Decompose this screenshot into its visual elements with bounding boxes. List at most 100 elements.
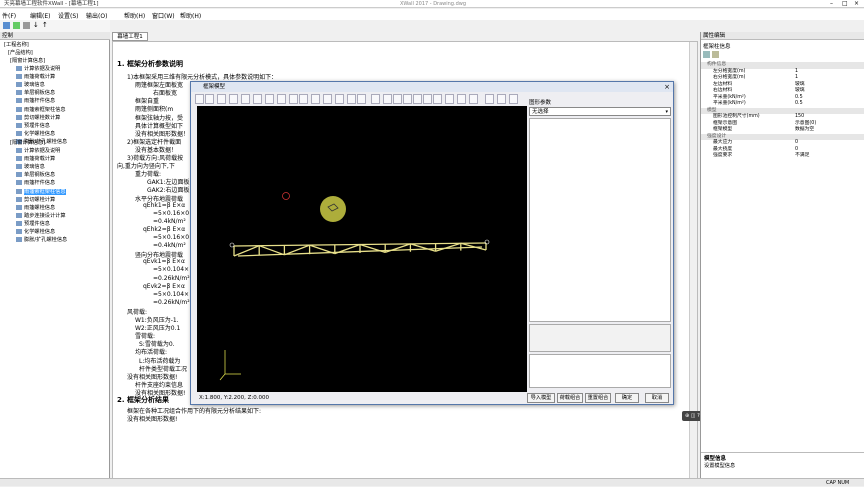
zoom-extents-icon[interactable] bbox=[253, 94, 262, 104]
tab-document[interactable]: 幕墙工程1 bbox=[112, 32, 148, 41]
document-icon bbox=[16, 164, 22, 170]
params-list[interactable] bbox=[529, 118, 671, 322]
refresh-icon[interactable] bbox=[13, 22, 20, 29]
measure-icon[interactable] bbox=[347, 94, 356, 104]
tree-group-2[interactable]: [隔窗计算信息] bbox=[10, 140, 45, 147]
layer-icon[interactable] bbox=[457, 94, 466, 104]
model-canvas[interactable] bbox=[197, 106, 527, 392]
project-tree-panel: 控制 [工程名称] [产品结构] [隔窗计算信息] 计算依据及说明 雨篷荷载计算玻… bbox=[0, 32, 110, 486]
tree-item[interactable]: 踏步连接设计计算 bbox=[16, 212, 66, 220]
select-icon[interactable] bbox=[195, 94, 204, 104]
truss-member bbox=[258, 245, 285, 256]
save-icon[interactable] bbox=[3, 22, 10, 29]
zoom-out-icon[interactable] bbox=[229, 94, 238, 104]
snap-icon[interactable] bbox=[383, 94, 392, 104]
graphic-params-select[interactable]: 无选择 ▾ bbox=[529, 107, 671, 116]
cancel-button[interactable]: 取消 bbox=[645, 393, 669, 403]
tree-item[interactable]: 剪切螺栓数计算 bbox=[16, 114, 60, 122]
tree-item[interactable]: 雨篷螺栓信息 bbox=[16, 204, 55, 212]
document-icon bbox=[16, 106, 22, 112]
load-combo-button[interactable]: 荷载组合 bbox=[557, 393, 583, 403]
pan-icon[interactable] bbox=[205, 94, 214, 104]
reset-combo-button[interactable]: 重置组合 bbox=[585, 393, 611, 403]
tree-item[interactable]: 雨篷杆件信息 bbox=[16, 180, 55, 187]
tree-item[interactable]: 计算依据及说明 bbox=[16, 66, 60, 73]
tree-item[interactable]: 雨篷荷载计算 bbox=[16, 156, 55, 163]
mirror-icon[interactable] bbox=[311, 94, 320, 104]
minimize-icon[interactable]: – bbox=[830, 0, 833, 8]
tree-item[interactable]: 化学螺栓信息 bbox=[16, 130, 55, 138]
tree-item[interactable]: 玻璃信息 bbox=[16, 82, 45, 89]
category-icon[interactable] bbox=[712, 51, 719, 58]
tree-item[interactable]: 单层钢板信息 bbox=[16, 172, 55, 179]
tree-item-label: 玻璃信息 bbox=[24, 164, 45, 171]
rotate-icon[interactable] bbox=[323, 94, 332, 104]
grid-icon[interactable] bbox=[371, 94, 380, 104]
tree-item[interactable]: 预埋件信息 bbox=[16, 220, 50, 228]
tree-panel-header: 控制 bbox=[0, 32, 110, 40]
sort-icon[interactable] bbox=[703, 51, 710, 58]
property-row[interactable]: 强度要求 不满足 bbox=[701, 153, 864, 160]
tree-item[interactable]: 玻璃信息 bbox=[16, 164, 45, 171]
tree-item[interactable]: 预埋件信息 bbox=[16, 122, 50, 130]
params-notes[interactable] bbox=[529, 354, 671, 388]
pointer-highlight-icon bbox=[320, 196, 346, 222]
menu-help-2[interactable]: 帮助(H) bbox=[180, 11, 201, 20]
tree-item[interactable]: 雨篷杆件信息 bbox=[16, 98, 55, 105]
line-icon[interactable] bbox=[277, 94, 286, 104]
view-icon[interactable] bbox=[433, 94, 442, 104]
rect-icon[interactable] bbox=[289, 94, 298, 104]
menu-window[interactable]: 窗口(W) bbox=[152, 11, 175, 20]
tree-product[interactable]: [产品结构] bbox=[8, 50, 33, 57]
tree-item[interactable]: 剪切螺栓计算 bbox=[16, 196, 55, 204]
section-icon[interactable] bbox=[393, 94, 402, 104]
move-down-icon[interactable]: ↓ bbox=[33, 21, 39, 29]
copy-icon[interactable] bbox=[299, 94, 308, 104]
zoom-icon[interactable]: ⊕ ◫ ? bbox=[685, 413, 700, 419]
menu-file[interactable]: 件(F) bbox=[2, 11, 16, 20]
cursor-marker-icon bbox=[282, 192, 290, 200]
tree-item[interactable]: 单层钢板信息 bbox=[16, 90, 55, 97]
import-model-button[interactable]: 导入模型 bbox=[527, 393, 555, 403]
axis-icon[interactable] bbox=[423, 94, 432, 104]
release-icon[interactable] bbox=[413, 94, 422, 104]
support-icon[interactable] bbox=[403, 94, 412, 104]
render-icon[interactable] bbox=[445, 94, 454, 104]
tree-item[interactable]: 雨篷索框架柱信息 bbox=[16, 188, 66, 196]
tree-item[interactable]: 化学螺栓信息 bbox=[16, 229, 55, 236]
tree-item-label: 雨篷索框架柱信息 bbox=[24, 188, 66, 195]
tree-item[interactable]: 膨胀/扩孔螺栓信息 bbox=[16, 237, 67, 244]
tree-group-1[interactable]: [隔窗计算信息] bbox=[10, 58, 45, 65]
display-icon[interactable] bbox=[469, 94, 478, 104]
close-icon[interactable]: × bbox=[854, 0, 859, 8]
tree-item-label: 雨篷索框架柱信息 bbox=[24, 106, 66, 113]
zoom-in-icon[interactable] bbox=[217, 94, 226, 104]
undo-icon[interactable] bbox=[335, 94, 344, 104]
maximize-icon[interactable]: □ bbox=[842, 0, 848, 8]
tree-item-label: 计算依据及说明 bbox=[24, 148, 61, 154]
tree-item-label: 单层钢板信息 bbox=[24, 90, 56, 97]
ok-button[interactable]: 确定 bbox=[615, 393, 639, 403]
load-icon[interactable] bbox=[357, 94, 366, 104]
tree-item-label: 化学螺栓信息 bbox=[24, 229, 56, 235]
menu-edit[interactable]: 编辑(E) bbox=[30, 11, 50, 20]
front-view-icon[interactable] bbox=[485, 94, 494, 104]
property-value[interactable]: 不满足 bbox=[795, 153, 809, 160]
3d-view-icon[interactable] bbox=[509, 94, 518, 104]
tree-item[interactable]: 雨篷索框架柱信息 bbox=[16, 106, 66, 114]
top-view-icon[interactable] bbox=[497, 94, 506, 104]
tree-item[interactable]: 计算依据及说明 bbox=[16, 148, 60, 155]
settings-icon[interactable] bbox=[23, 22, 30, 29]
tree-item-label: 雨篷荷载计算 bbox=[24, 156, 56, 163]
dialog-close-button[interactable]: × bbox=[661, 82, 673, 92]
left-toolbar: ↓ ↑ bbox=[0, 20, 110, 32]
node-icon[interactable] bbox=[265, 94, 274, 104]
menu-output[interactable]: 输出(O) bbox=[86, 11, 107, 20]
tree-item[interactable]: 雨篷荷载计算 bbox=[16, 74, 55, 81]
tree-root[interactable]: [工程名称] bbox=[4, 42, 29, 49]
menu-help-1[interactable]: 帮助(H) bbox=[124, 11, 145, 20]
zoom-window-icon[interactable] bbox=[241, 94, 250, 104]
truss-member bbox=[384, 243, 411, 254]
move-up-icon[interactable]: ↑ bbox=[42, 21, 48, 29]
menu-settings[interactable]: 设置(S) bbox=[58, 11, 79, 20]
